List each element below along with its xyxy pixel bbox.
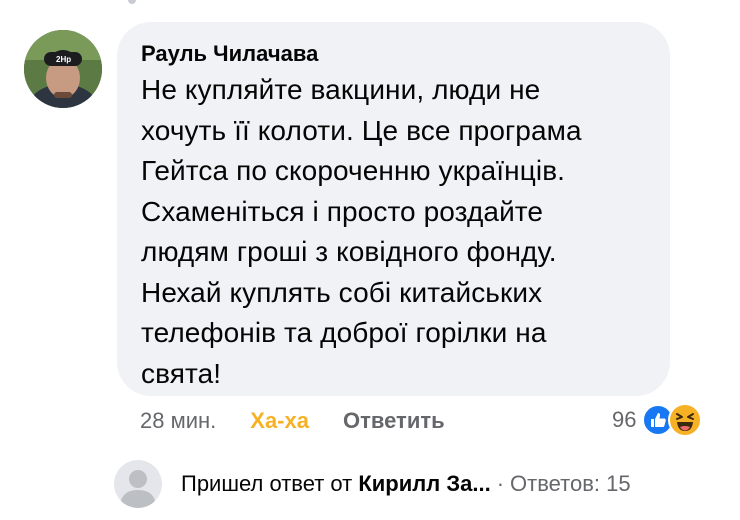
reply-count: Ответов: 15	[510, 471, 631, 496]
reply-separator: ·	[496, 471, 505, 496]
reaction-count: 96	[612, 407, 637, 432]
haha-icon	[668, 403, 703, 437]
thread-line-dot	[128, 0, 136, 4]
comment-actions: 28 мин. Ха-ха Ответить	[140, 406, 445, 436]
view-replies-link[interactable]: Пришел ответ от Кирилл За... · Ответов: …	[114, 459, 631, 509]
reaction-summary[interactable]: 96	[612, 402, 706, 438]
reaction-button[interactable]: Ха-ха	[250, 408, 309, 434]
cap-logo-text: 2Hp	[56, 55, 71, 64]
comment-text: Не купляйте вакцини, люди не хочуть її к…	[141, 74, 582, 389]
comment-time[interactable]: 28 мин.	[140, 408, 216, 434]
comment-author[interactable]: Рауль Чилачава	[141, 41, 646, 67]
reaction-icons	[642, 402, 706, 438]
comment-bubble: Рауль Чилачава Не купляйте вакцини, люди…	[117, 22, 670, 396]
user-avatar-photo-icon: 2Hp	[24, 30, 102, 108]
reply-prefix: Пришел ответ от	[181, 471, 353, 496]
default-profile-icon	[114, 460, 162, 508]
reply-button[interactable]: Ответить	[343, 408, 445, 434]
author-avatar[interactable]: 2Hp	[24, 30, 102, 108]
reply-author-name: Кирилл За...	[358, 471, 491, 496]
